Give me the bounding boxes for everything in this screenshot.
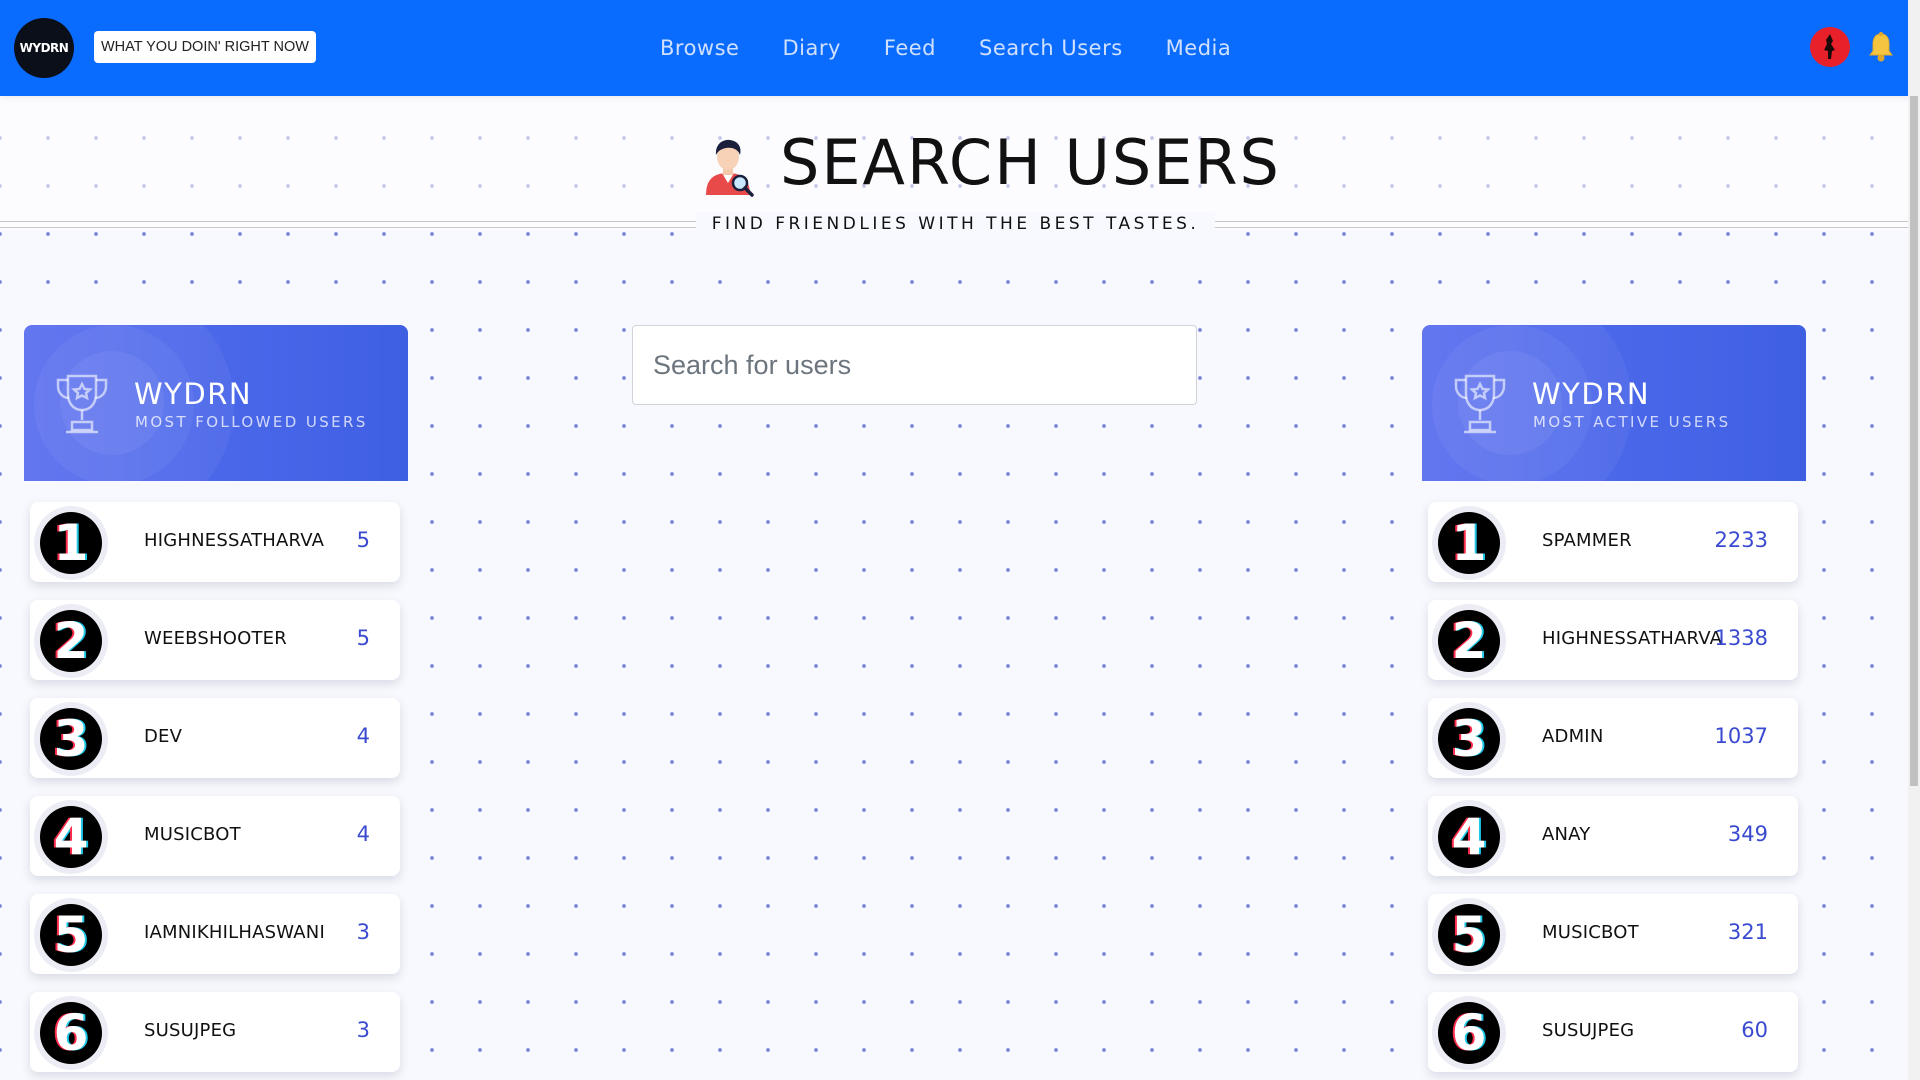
nav-feed[interactable]: Feed <box>884 36 936 60</box>
rank-badge: 4 <box>40 806 102 868</box>
scrollbar-thumb[interactable] <box>1910 96 1918 786</box>
list-item[interactable]: 2 WEEBSHOOTER 5 <box>30 600 400 680</box>
user-search-icon <box>700 135 756 197</box>
follower-count: 4 <box>356 822 370 846</box>
username: SUSUJPEG <box>144 1020 237 1041</box>
rank-badge: 3 <box>1438 708 1500 770</box>
trophy-icon <box>1450 370 1510 436</box>
username: MUSICBOT <box>1542 922 1639 943</box>
rank-badge: 5 <box>40 904 102 966</box>
follower-count: 4 <box>356 724 370 748</box>
activity-count: 2233 <box>1714 528 1768 552</box>
page-subtitle: FIND FRIENDLIES WITH THE BEST TASTES. <box>696 212 1215 236</box>
top-navbar: WYDRN WHAT YOU DOIN' RIGHT NOW Browse Di… <box>0 0 1920 96</box>
most-active-header: WYDRN MOST ACTIVE USERS <box>1422 325 1806 481</box>
activity-count: 1338 <box>1714 626 1768 650</box>
follower-count: 3 <box>356 920 370 944</box>
search-input[interactable] <box>632 325 1197 405</box>
username: SUSUJPEG <box>1542 1020 1635 1041</box>
logo[interactable]: WYDRN <box>14 18 74 78</box>
status-button[interactable]: WHAT YOU DOIN' RIGHT NOW <box>94 31 316 63</box>
list-item[interactable]: 3 DEV 4 <box>30 698 400 778</box>
username: HIGHNESSATHARVA <box>1542 628 1723 649</box>
nav-media[interactable]: Media <box>1166 36 1232 60</box>
activity-count: 1037 <box>1714 724 1768 748</box>
page-title: SEARCH USERS <box>780 126 1281 199</box>
follower-count: 5 <box>356 626 370 650</box>
activity-count: 321 <box>1727 920 1768 944</box>
notifications-bell-icon[interactable] <box>1865 30 1897 64</box>
divider <box>1215 221 1908 222</box>
avatar-figure-icon <box>1824 34 1835 59</box>
rank-badge: 5 <box>1438 904 1500 966</box>
activity-count: 60 <box>1741 1018 1768 1042</box>
nav-browse[interactable]: Browse <box>660 36 739 60</box>
username: ANAY <box>1542 824 1591 845</box>
list-item[interactable]: 5 MUSICBOT 321 <box>1428 894 1798 974</box>
username: IAMNIKHILHASWANI <box>144 922 325 943</box>
list-item[interactable]: 1 SPAMMER 2233 <box>1428 502 1798 582</box>
rank-badge: 6 <box>40 1002 102 1064</box>
divider <box>1215 227 1908 228</box>
rank-badge: 3 <box>40 708 102 770</box>
activity-count: 349 <box>1727 822 1768 846</box>
username: MUSICBOT <box>144 824 241 845</box>
rank-badge: 6 <box>1438 1002 1500 1064</box>
username: HIGHNESSATHARVA <box>144 530 325 551</box>
board-subtitle: MOST FOLLOWED USERS <box>135 413 368 431</box>
rank-badge: 1 <box>40 512 102 574</box>
board-subtitle: MOST ACTIVE USERS <box>1533 413 1731 431</box>
list-item[interactable]: 6 SUSUJPEG 3 <box>30 992 400 1072</box>
list-item[interactable]: 4 ANAY 349 <box>1428 796 1798 876</box>
follower-count: 3 <box>356 1018 370 1042</box>
list-item[interactable]: 2 HIGHNESSATHARVA 1338 <box>1428 600 1798 680</box>
list-item[interactable]: 1 HIGHNESSATHARVA 5 <box>30 502 400 582</box>
username: SPAMMER <box>1542 530 1632 551</box>
nav-links: Browse Diary Feed Search Users Media <box>660 0 1231 96</box>
nav-diary[interactable]: Diary <box>782 36 840 60</box>
nav-search-users[interactable]: Search Users <box>979 36 1123 60</box>
username: DEV <box>144 726 183 747</box>
most-followed-header: WYDRN MOST FOLLOWED USERS <box>24 325 408 481</box>
board-title: WYDRN <box>134 377 253 411</box>
username: WEEBSHOOTER <box>144 628 287 649</box>
list-item[interactable]: 6 SUSUJPEG 60 <box>1428 992 1798 1072</box>
list-item[interactable]: 5 IAMNIKHILHASWANI 3 <box>30 894 400 974</box>
rank-badge: 4 <box>1438 806 1500 868</box>
avatar[interactable] <box>1810 27 1850 67</box>
divider <box>0 227 696 228</box>
rank-badge: 1 <box>1438 512 1500 574</box>
divider <box>0 221 696 222</box>
follower-count: 5 <box>356 528 370 552</box>
list-item[interactable]: 4 MUSICBOT 4 <box>30 796 400 876</box>
username: ADMIN <box>1542 726 1604 747</box>
rank-badge: 2 <box>1438 610 1500 672</box>
board-title: WYDRN <box>1532 377 1651 411</box>
rank-badge: 2 <box>40 610 102 672</box>
trophy-icon <box>52 370 112 436</box>
list-item[interactable]: 3 ADMIN 1037 <box>1428 698 1798 778</box>
